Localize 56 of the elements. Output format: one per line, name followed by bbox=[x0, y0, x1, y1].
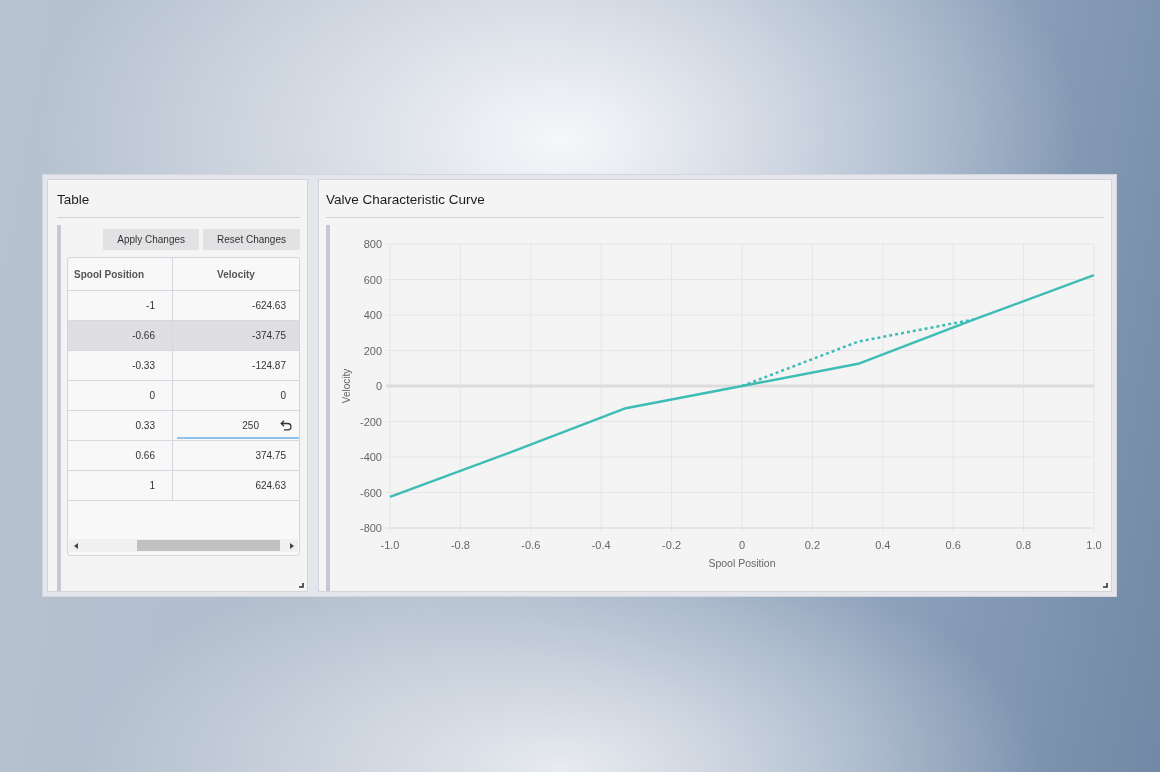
x-tick-label: 1.0 bbox=[1086, 539, 1102, 551]
x-axis-title: Spool Position bbox=[708, 557, 776, 569]
caret-right-icon bbox=[289, 542, 294, 549]
table-cell: -0.66 bbox=[68, 321, 173, 350]
column-header[interactable]: Velocity bbox=[173, 258, 299, 290]
x-tick-label: -0.2 bbox=[662, 539, 682, 551]
table-cell: -0.33 bbox=[68, 351, 173, 380]
scrollbar-thumb[interactable] bbox=[137, 540, 280, 551]
table-cell: 0 bbox=[68, 381, 173, 410]
y-tick-label: -400 bbox=[359, 451, 382, 463]
x-tick-label: 0.4 bbox=[875, 539, 891, 551]
y-tick-label: 600 bbox=[363, 273, 382, 286]
apply-changes-button[interactable]: Apply Changes bbox=[103, 229, 200, 250]
column-header[interactable]: Spool Position bbox=[68, 258, 173, 290]
x-tick-label: 0.8 bbox=[1015, 539, 1032, 551]
table-row[interactable]: -0.33 -124.87 bbox=[68, 351, 299, 381]
table-cell-text: 0 bbox=[279, 389, 287, 403]
resize-grip-icon[interactable] bbox=[1103, 583, 1108, 588]
reset-changes-button[interactable]: Reset Changes bbox=[203, 229, 300, 250]
table-cell-text: 624.63 bbox=[254, 479, 287, 493]
caret-left-icon bbox=[73, 542, 78, 549]
table-row[interactable]: 0 0 bbox=[68, 381, 299, 411]
y-tick-label: -200 bbox=[359, 415, 382, 428]
table-cell: 0.66 bbox=[68, 441, 173, 470]
table-cell-text: -124.87 bbox=[251, 359, 287, 373]
y-tick-label: 200 bbox=[363, 344, 382, 357]
x-tick-label: 0.2 bbox=[804, 539, 821, 551]
x-tick-label: 0 bbox=[738, 539, 746, 551]
cell-input[interactable]: 250 bbox=[177, 414, 269, 439]
y-tick-label: 800 bbox=[363, 238, 382, 250]
x-tick-label: -0.4 bbox=[591, 539, 611, 551]
x-tick-label: -1.0 bbox=[380, 539, 400, 551]
table-cell-text: -374.75 bbox=[251, 329, 287, 343]
table-row[interactable]: 0.66 374.75 bbox=[68, 441, 299, 471]
table-row[interactable]: -1 -624.63 bbox=[68, 291, 299, 321]
table-row[interactable]: 1 624.63 bbox=[68, 471, 299, 501]
horizontal-scrollbar[interactable] bbox=[69, 539, 298, 552]
resize-grip-icon[interactable] bbox=[299, 583, 304, 588]
y-tick-label: 0 bbox=[375, 380, 382, 392]
y-axis-title: Velocity bbox=[341, 368, 352, 404]
table-row[interactable]: -0.66 -374.75 bbox=[68, 321, 299, 351]
table-cell-text: -624.63 bbox=[251, 299, 287, 313]
y-tick-label: 400 bbox=[363, 309, 382, 321]
x-tick-label: -0.6 bbox=[521, 539, 541, 551]
table-cell: 1 bbox=[68, 471, 173, 500]
table-cell: -1 bbox=[68, 291, 173, 320]
y-tick-label: -800 bbox=[359, 522, 382, 534]
panel-title: Table bbox=[57, 180, 300, 218]
panel-title: Valve Characteristic Curve bbox=[326, 180, 1104, 218]
y-tick-label: -600 bbox=[359, 486, 382, 499]
x-tick-label: 0.6 bbox=[945, 539, 961, 551]
undo-icon bbox=[280, 420, 292, 431]
table-cell-text: 374.75 bbox=[254, 449, 287, 463]
table-cell: 0.33 bbox=[68, 411, 173, 440]
x-tick-label: -0.8 bbox=[450, 539, 470, 551]
table-row[interactable]: 0.33 250 bbox=[68, 411, 299, 441]
